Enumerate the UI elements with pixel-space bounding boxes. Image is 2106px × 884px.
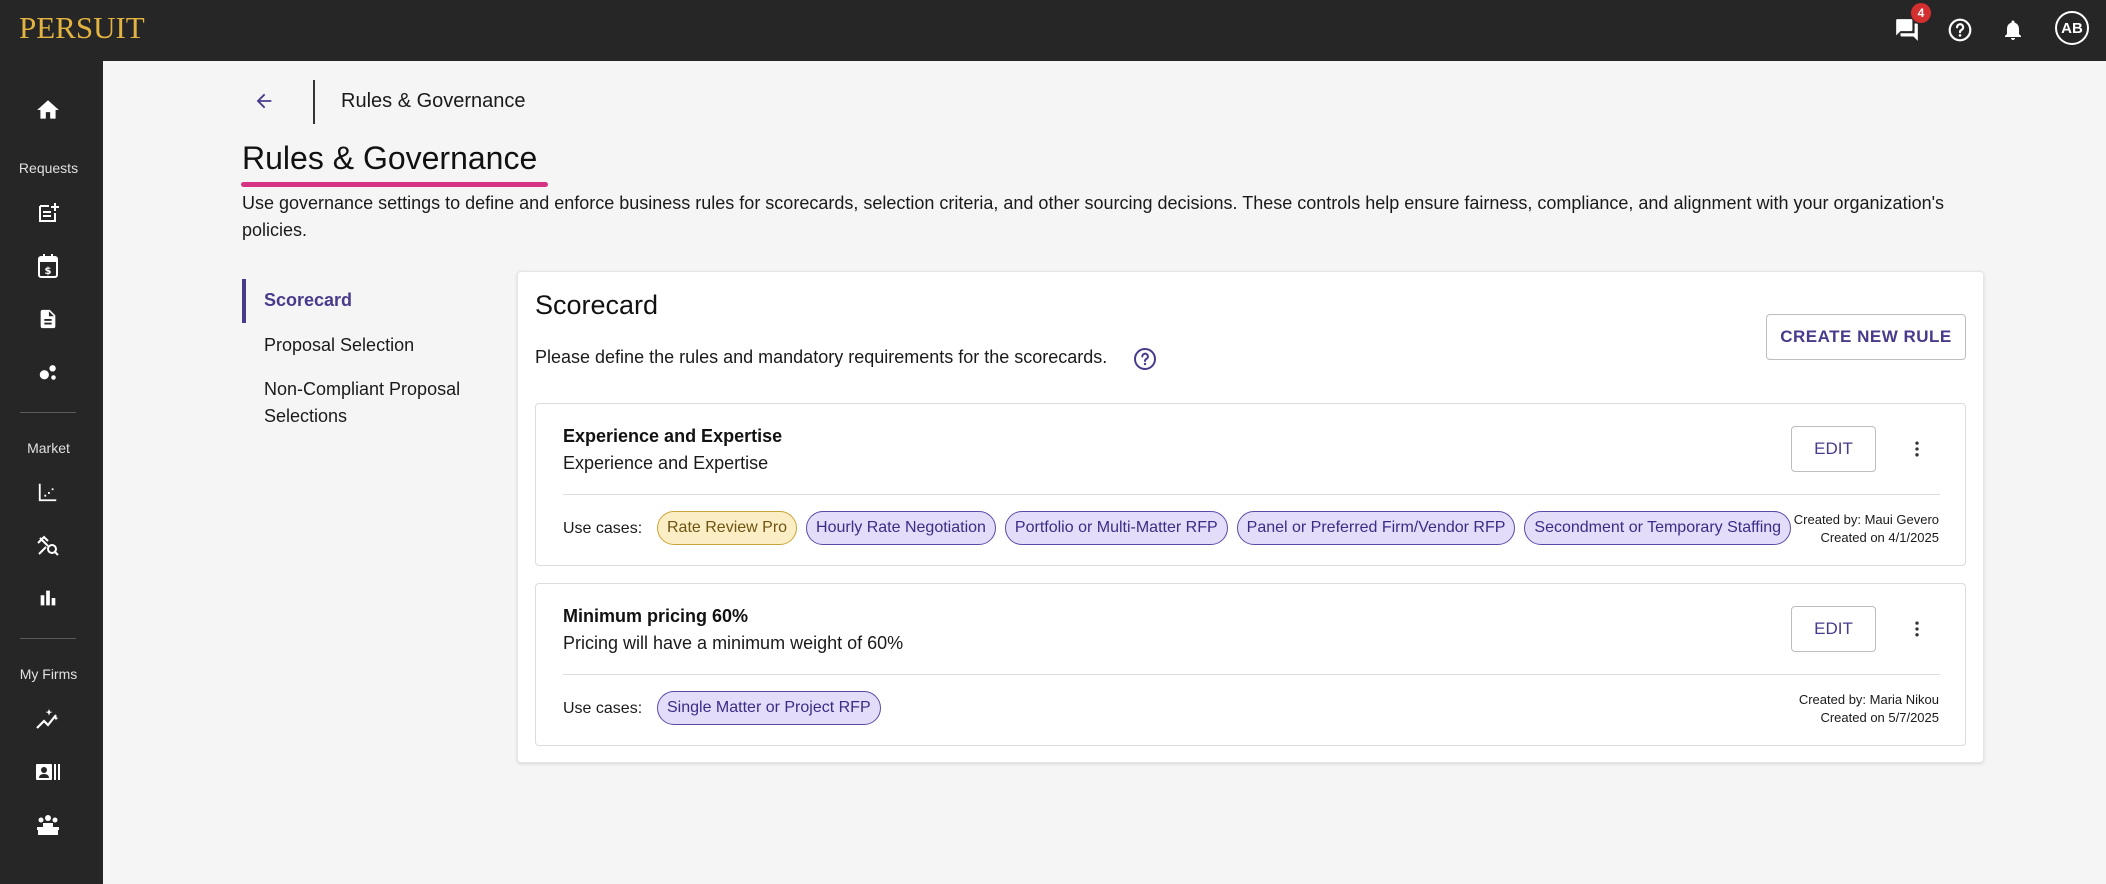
more-vert-icon[interactable] <box>1902 614 1932 644</box>
create-new-rule-button[interactable]: CREATE NEW RULE <box>1766 314 1966 360</box>
use-case-chips: Rate Review Pro Hourly Rate Negotiation … <box>657 511 1792 545</box>
page-intro: Use governance settings to define and en… <box>242 193 1945 240</box>
help-icon[interactable] <box>1943 13 1977 47</box>
more-vert-icon[interactable] <box>1902 434 1932 464</box>
rule-divider <box>563 494 1940 495</box>
workflow-icon[interactable] <box>33 357 63 387</box>
subnav-item-non-compliant-proposal-selections[interactable]: Non-Compliant Proposal Selections <box>264 376 494 430</box>
title-underline <box>241 182 548 187</box>
use-case-chip: Portfolio or Multi-Matter RFP <box>1004 511 1228 545</box>
rule-created-info: Created by: Maria Nikou Created on 5/7/2… <box>1799 691 1939 727</box>
use-case-chip: Hourly Rate Negotiation <box>806 511 996 545</box>
user-avatar[interactable]: AB <box>2055 11 2089 45</box>
subnav-item-scorecard[interactable]: Scorecard <box>264 287 352 314</box>
breadcrumb-current: Rules & Governance <box>341 90 526 112</box>
document-icon[interactable] <box>33 304 63 334</box>
sidebar-section-my-firms: My Firms <box>19 666 78 682</box>
rule-card: Experience and Expertise Experience and … <box>535 403 1966 566</box>
svg-text:$: $ <box>45 266 52 277</box>
scorecard-title: Scorecard <box>535 290 659 320</box>
created-on: Created on 4/1/2025 <box>1820 530 1939 545</box>
scorecard-description: Please define the rules and mandatory re… <box>535 347 1108 367</box>
persuit-logo[interactable]: PERSUIT <box>19 10 145 46</box>
page-title: Rules & Governance <box>242 140 538 176</box>
rule-description: Experience and Expertise <box>563 453 769 473</box>
trend-chart-icon[interactable] <box>33 477 63 507</box>
bell-icon[interactable] <box>1996 13 2030 47</box>
subnav-active-indicator <box>242 279 246 323</box>
use-case-chip: Single Matter or Project RFP <box>657 691 881 725</box>
sidebar: Requests $ Market My Firms <box>0 61 103 884</box>
use-cases-label: Use cases: <box>563 520 643 537</box>
use-case-chip: Panel or Preferred Firm/Vendor RFP <box>1236 511 1516 545</box>
breadcrumb-divider <box>313 80 315 124</box>
market-search-icon[interactable] <box>33 530 63 560</box>
rule-created-info: Created by: Maui Gevero Created on 4/1/2… <box>1794 511 1939 547</box>
rule-title: Experience and Expertise <box>563 426 783 446</box>
bar-chart-icon[interactable] <box>33 583 63 613</box>
firm-card-icon[interactable] <box>33 757 63 787</box>
firm-analytics-icon[interactable] <box>33 704 63 734</box>
use-cases-label: Use cases: <box>563 700 643 717</box>
sidebar-divider <box>20 638 76 639</box>
edit-rule-button[interactable]: EDIT <box>1791 606 1876 652</box>
use-case-chip: Secondment or Temporary Staffing <box>1524 511 1792 545</box>
home-icon[interactable] <box>33 95 63 125</box>
created-by: Created by: Maria Nikou <box>1798 692 1939 707</box>
back-arrow-icon[interactable] <box>249 86 279 116</box>
firm-group-icon[interactable] <box>33 810 63 840</box>
help-circle-icon[interactable] <box>1133 347 1157 371</box>
new-request-icon[interactable] <box>33 198 63 228</box>
top-bar: PERSUIT 4 AB <box>0 0 2106 61</box>
sidebar-divider <box>20 412 76 413</box>
chat-badge: 4 <box>1911 3 1931 23</box>
created-by: Created by: Maui Gevero <box>1793 512 1939 527</box>
rule-divider <box>563 674 1940 675</box>
use-case-chip: Rate Review Pro <box>657 511 798 545</box>
rule-title: Minimum pricing 60% <box>563 606 749 626</box>
rule-description: Pricing will have a minimum weight of 60… <box>563 633 904 653</box>
subnav-item-proposal-selection[interactable]: Proposal Selection <box>264 332 414 359</box>
sidebar-section-requests: Requests <box>18 160 79 176</box>
use-case-chips: Single Matter or Project RFP <box>657 691 881 725</box>
billing-calendar-icon[interactable]: $ <box>33 251 63 281</box>
rule-card: Minimum pricing 60% Pricing will have a … <box>535 583 1966 746</box>
created-on: Created on 5/7/2025 <box>1820 710 1939 725</box>
sidebar-section-market: Market <box>27 440 70 456</box>
edit-rule-button[interactable]: EDIT <box>1791 426 1876 472</box>
